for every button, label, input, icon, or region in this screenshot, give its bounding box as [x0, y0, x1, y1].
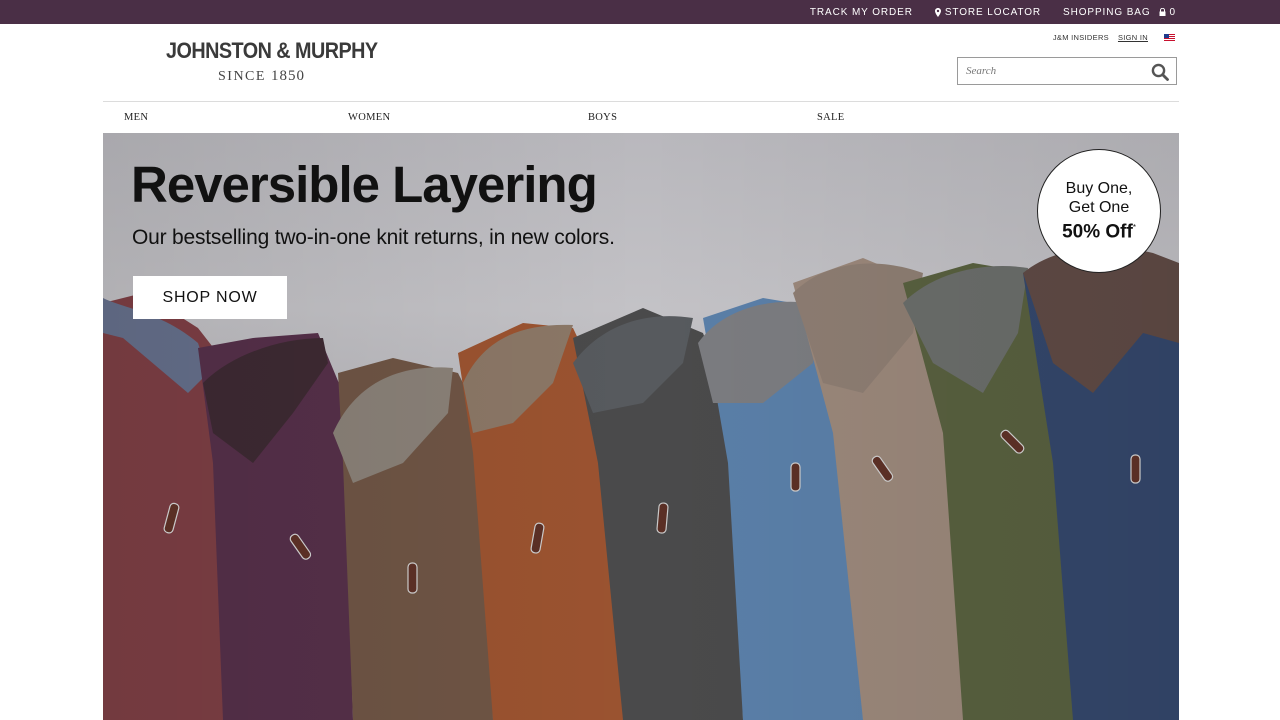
insiders-link[interactable]: J&M INSIDERS [1053, 33, 1109, 42]
top-utility-bar: TRACK MY ORDER STORE LOCATOR SHOPPING BA… [0, 0, 1280, 24]
track-order-label: TRACK MY ORDER [809, 6, 913, 18]
promo-asterisk: * [1132, 222, 1136, 232]
bag-count: 0 [1169, 6, 1176, 18]
nav-item-sale[interactable]: SALE [817, 112, 844, 123]
promo-line-3: 50% Off* [1062, 217, 1136, 243]
shopping-bag-label: SHOPPING BAG [1063, 6, 1151, 18]
sign-in-link[interactable]: SIGN IN [1118, 33, 1148, 42]
promo-line-1: Buy One, [1065, 179, 1133, 197]
brand-logo[interactable]: JOHNSTON & MURPHY SINCE 1850 [166, 38, 378, 85]
account-links: J&M INSIDERS SIGN IN [1053, 33, 1175, 42]
lock-icon [1159, 8, 1166, 16]
shopping-bag-link[interactable]: SHOPPING BAG 0 [1063, 7, 1176, 18]
logo-wordmark: JOHNSTON & MURPHY [166, 38, 378, 63]
logo-since-line: SINCE 1850 [218, 68, 366, 85]
hero-banner[interactable]: Reversible Layering Our bestselling two-… [103, 133, 1179, 720]
main-nav: MEN WOMEN BOYS SALE [103, 101, 1179, 133]
search-box [957, 57, 1177, 85]
search-icon[interactable] [1151, 63, 1169, 81]
us-flag-icon[interactable] [1164, 34, 1175, 41]
sweater-lineup-image [103, 133, 1179, 720]
store-locator-link[interactable]: STORE LOCATOR [934, 6, 1042, 18]
shop-now-button[interactable]: SHOP NOW [133, 276, 287, 319]
hero-subtitle: Our bestselling two-in-one knit returns,… [132, 226, 615, 249]
logo-year: 1850 [270, 68, 305, 84]
map-pin-icon [934, 7, 941, 17]
hero-title: Reversible Layering [131, 156, 598, 213]
promo-badge[interactable]: Buy One, Get One 50% Off* [1037, 149, 1161, 273]
nav-item-women[interactable]: WOMEN [348, 112, 390, 123]
nav-item-men[interactable]: MEN [124, 112, 148, 123]
logo-since: SINCE [218, 69, 266, 84]
promo-discount: 50% Off [1062, 221, 1133, 243]
track-order-link[interactable]: TRACK MY ORDER [810, 7, 913, 18]
store-locator-label: STORE LOCATOR [944, 6, 1042, 18]
utility-links: TRACK MY ORDER STORE LOCATOR SHOPPING BA… [810, 0, 1176, 24]
promo-line-2: Get One [1068, 198, 1130, 216]
search-input[interactable] [958, 58, 1138, 84]
nav-item-boys[interactable]: BOYS [588, 112, 617, 123]
